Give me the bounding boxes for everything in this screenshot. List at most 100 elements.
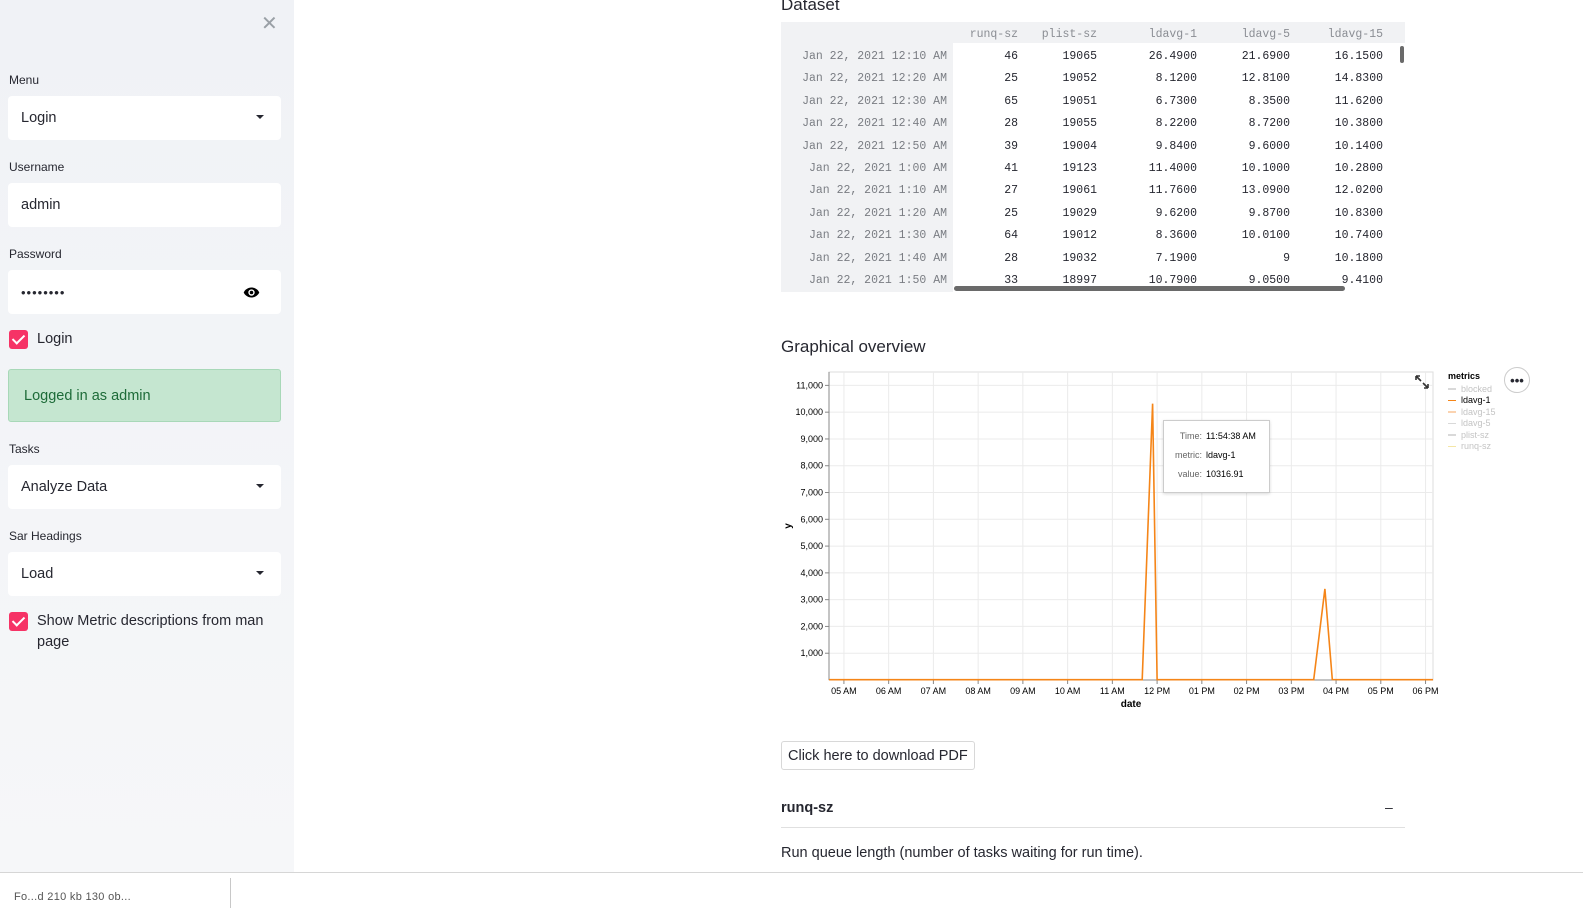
- legend-swatch: [1448, 411, 1456, 413]
- x-tick-label: 04 PM: [1323, 686, 1349, 696]
- tasks-select-value: Analyze Data: [21, 479, 108, 495]
- download-pdf-button[interactable]: Click here to download PDF: [781, 741, 975, 770]
- chevron-down-icon: [256, 571, 264, 575]
- x-tick-label: 11 AM: [1100, 686, 1125, 696]
- table-cell: 10.8300: [1334, 206, 1383, 220]
- more-icon[interactable]: •••: [1504, 367, 1530, 393]
- tooltip-metric-row: metric: ldavg-1: [1164, 450, 1236, 460]
- checkbox-checked-icon[interactable]: [9, 330, 28, 349]
- checkbox-checked-icon[interactable]: [9, 612, 28, 631]
- chart-tooltip: Time: 11:54:38 AM metric: ldavg-1 value:…: [1163, 420, 1270, 493]
- sar-headings-select[interactable]: Load: [8, 552, 281, 596]
- x-tick-label: 09 AM: [1010, 686, 1036, 696]
- x-axis-label: date: [1121, 699, 1142, 710]
- legend-item-ldavg-15[interactable]: ldavg-15: [1448, 406, 1496, 418]
- legend-item-plist-sz[interactable]: plist-sz: [1448, 429, 1496, 441]
- table-cell: 9: [1283, 251, 1290, 265]
- close-icon[interactable]: ✕: [261, 11, 278, 36]
- tasks-select[interactable]: Analyze Data: [8, 465, 281, 509]
- y-tick-label: 5,000: [800, 541, 823, 551]
- table-cell: 21.6900: [1241, 50, 1290, 63]
- collapse-icon[interactable]: –: [1385, 799, 1393, 815]
- y-tick-label: 7,000: [800, 488, 823, 498]
- table-cell: 64: [1004, 229, 1018, 243]
- eye-icon[interactable]: [243, 284, 260, 301]
- tooltip-metric-value: ldavg-1: [1206, 450, 1236, 460]
- table-cell: 9.8700: [1248, 206, 1290, 220]
- table-cell: 6.7300: [1155, 94, 1197, 108]
- legend-title: metrics: [1448, 371, 1481, 381]
- x-tick-label: 12 PM: [1144, 686, 1170, 696]
- x-tick-label: 01 PM: [1189, 686, 1215, 696]
- table-cell: 7.1900: [1155, 251, 1197, 265]
- x-tick-label: 03 PM: [1278, 686, 1304, 696]
- table-cell: 12.8100: [1241, 72, 1290, 86]
- legend-swatch: [1448, 422, 1456, 424]
- sar-headings-label: Sar Headings: [9, 529, 82, 543]
- success-alert: Logged in as admin: [8, 369, 281, 422]
- table-cell: 11.6200: [1334, 94, 1383, 108]
- table-cell: 10.0100: [1241, 229, 1290, 243]
- vertical-scrollbar[interactable]: [1400, 46, 1404, 63]
- column-header[interactable]: plist-sz: [1007, 28, 1097, 41]
- x-tick-label: 02 PM: [1234, 686, 1260, 696]
- login-checkbox[interactable]: Login: [9, 329, 72, 350]
- x-tick-label: 06 PM: [1413, 686, 1439, 696]
- chart-legend[interactable]: metrics blocked ldavg-1 ldavg-15 ldavg-5 pli…: [1448, 371, 1496, 452]
- row-index: Jan 22, 2021 12:40 AM: [802, 117, 947, 131]
- legend-swatch: [1448, 399, 1456, 401]
- y-tick-label: 4,000: [800, 568, 823, 578]
- sar-headings-select-value: Load: [21, 566, 54, 582]
- footer-bar: [0, 872, 1583, 909]
- legend-swatch: [1448, 388, 1456, 390]
- table-cell: 19032: [1062, 251, 1097, 265]
- horizontal-scrollbar[interactable]: [954, 286, 1345, 291]
- metric-descriptions-checkbox[interactable]: Show Metric descriptions from man page: [9, 611, 274, 653]
- table-cell: 8.3500: [1248, 94, 1290, 108]
- column-header[interactable]: ldavg-5: [1200, 28, 1290, 41]
- password-label: Password: [9, 247, 62, 261]
- y-tick-label: 6,000: [800, 514, 823, 524]
- table-cell: 8.2200: [1155, 117, 1197, 131]
- table-cell: 25: [1004, 72, 1018, 86]
- table-cell: 8.3600: [1155, 229, 1197, 243]
- row-index: Jan 22, 2021 12:30 AM: [802, 94, 947, 108]
- table-cell: 19004: [1062, 139, 1097, 153]
- menu-select[interactable]: Login: [8, 96, 281, 140]
- table-cell: 13.0900: [1241, 184, 1290, 198]
- legend-label: ldavg-15: [1461, 406, 1496, 417]
- table-cell: 19051: [1062, 94, 1097, 108]
- table-cell: 39: [1004, 139, 1018, 153]
- table-cell: 9.6000: [1248, 139, 1290, 153]
- dataset-table[interactable]: runq-sz plist-sz ldavg-1 ldavg-5 ldavg-15 Jan…: [781, 22, 1405, 292]
- y-axis-label: y: [783, 523, 794, 529]
- legend-item-ldavg-5[interactable]: ldavg-5: [1448, 418, 1496, 430]
- expand-icon[interactable]: [1413, 373, 1431, 391]
- legend-item-blocked[interactable]: blocked: [1448, 383, 1496, 395]
- line-chart[interactable]: 05 AM 06 AM 07 AM 08 AM 09 AM 10 AM 11 AM 12 PM…: [781, 362, 1441, 722]
- graph-title: Graphical overview: [781, 337, 926, 356]
- table-cell: 19065: [1062, 50, 1097, 63]
- x-tick-label: 10 AM: [1055, 686, 1081, 696]
- password-input[interactable]: ••••••••: [8, 270, 281, 314]
- legend-label: blocked: [1461, 383, 1493, 394]
- username-input[interactable]: admin: [8, 183, 281, 227]
- column-header[interactable]: runq-sz: [928, 28, 1018, 41]
- success-message: Logged in as admin: [24, 387, 151, 404]
- legend-item-ldavg-1[interactable]: ldavg-1: [1448, 395, 1496, 407]
- table-cell: 27: [1004, 184, 1018, 198]
- divider: [230, 878, 231, 908]
- table-cell: 10.1400: [1334, 139, 1383, 153]
- y-tick-label: 1,000: [800, 648, 823, 658]
- y-tick-label: 3,000: [800, 595, 823, 605]
- table-cell: 11.4000: [1148, 162, 1197, 175]
- legend-swatch: [1448, 434, 1456, 436]
- legend-item-runq-sz[interactable]: runq-sz: [1448, 441, 1496, 453]
- expander-description: Run queue length (number of tasks waitin…: [781, 845, 1143, 861]
- table-cell: 19061: [1062, 184, 1097, 198]
- tooltip-time-value: 11:54:38 AM: [1206, 431, 1256, 441]
- column-header[interactable]: ldavg-1: [1107, 28, 1197, 41]
- table-cell: 26.4900: [1148, 50, 1197, 63]
- expander-title[interactable]: runq-sz: [781, 800, 833, 816]
- column-header[interactable]: ldavg-15: [1293, 28, 1383, 41]
